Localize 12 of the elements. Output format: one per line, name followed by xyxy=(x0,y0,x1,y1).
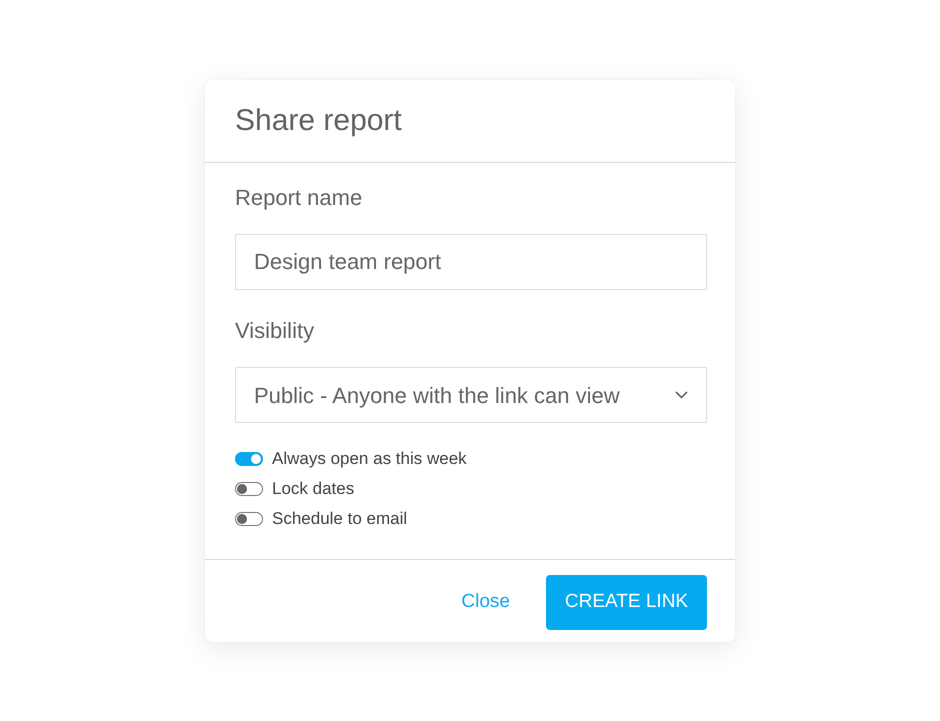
toggle-switch[interactable] xyxy=(235,482,263,496)
field-label: Report name xyxy=(235,185,364,211)
dialog-title: Share report xyxy=(235,103,403,139)
toggle-label: Schedule to email xyxy=(272,508,408,530)
toggle-label: Lock dates xyxy=(272,478,354,500)
field-label: Visibility xyxy=(235,318,316,344)
visibility-select[interactable]: Public - Anyone with the link can view xyxy=(235,367,707,423)
chevron-down-icon xyxy=(675,391,688,399)
report-name-field[interactable]: Design team report xyxy=(235,234,707,290)
toggle-switch[interactable] xyxy=(235,452,263,466)
toggle-switch[interactable] xyxy=(235,512,263,526)
toggle-label: Always open as this week xyxy=(272,448,467,470)
